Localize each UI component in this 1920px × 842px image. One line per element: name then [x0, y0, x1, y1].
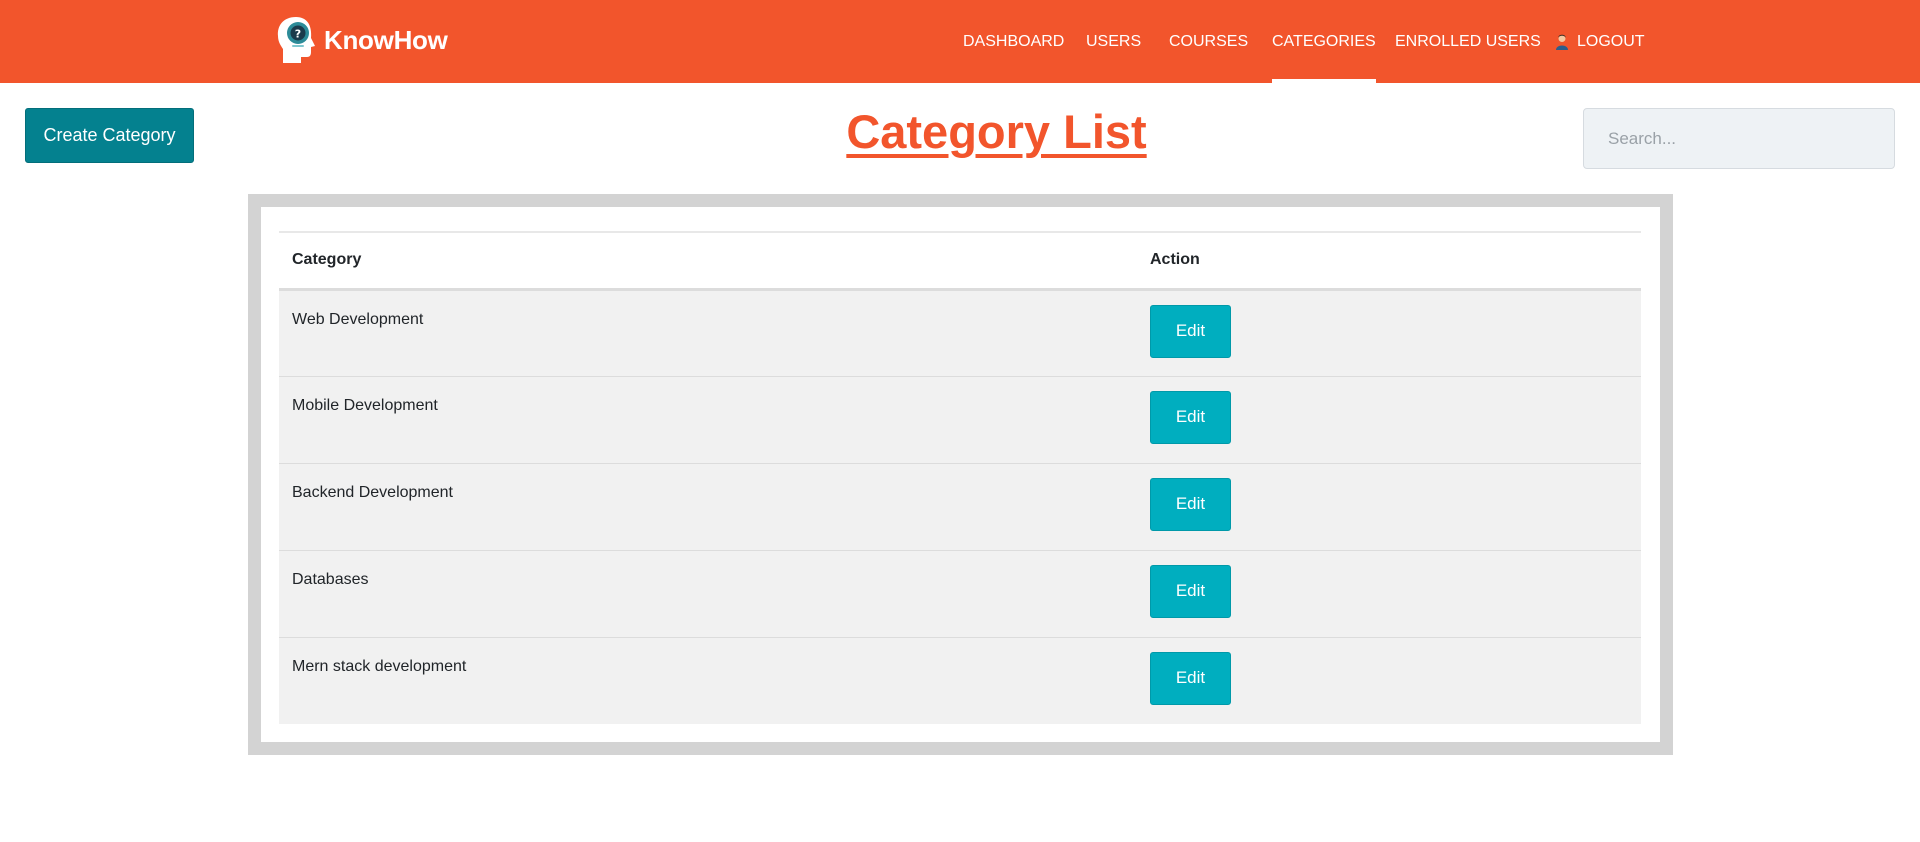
- action-cell: Edit: [1137, 463, 1641, 551]
- nav-item-enrolled-users[interactable]: ENROLLED USERS: [1395, 0, 1541, 83]
- category-table: Category Action Web Development Edit Mob…: [279, 231, 1641, 724]
- brand-name: KnowHow: [324, 24, 448, 55]
- action-cell: Edit: [1137, 289, 1641, 377]
- edit-button[interactable]: Edit: [1150, 651, 1231, 705]
- action-cell: Edit: [1137, 637, 1641, 724]
- action-cell: Edit: [1137, 376, 1641, 464]
- table-row: Backend Development Edit: [279, 463, 1641, 551]
- edit-button[interactable]: Edit: [1150, 390, 1231, 444]
- column-header-category: Category: [279, 231, 1137, 291]
- nav-item-categories[interactable]: CATEGORIES: [1272, 0, 1376, 83]
- create-category-button[interactable]: Create Category: [25, 108, 194, 163]
- table-header-row: Category Action: [279, 231, 1641, 291]
- category-cell: Mobile Development: [279, 376, 1137, 464]
- edit-button[interactable]: Edit: [1150, 304, 1231, 358]
- category-cell: Web Development: [279, 289, 1137, 377]
- edit-button[interactable]: Edit: [1150, 564, 1231, 618]
- table-row: Mern stack development Edit: [279, 637, 1641, 724]
- svg-text:?: ?: [295, 28, 301, 41]
- top-navbar: ? KnowHow DASHBOARD USERS COURSES CATEGO…: [0, 0, 1920, 83]
- head-question-logo-icon: ?: [277, 17, 315, 63]
- nav-item-users[interactable]: USERS: [1086, 0, 1141, 83]
- nav-item-courses[interactable]: COURSES: [1169, 0, 1248, 83]
- column-header-action: Action: [1137, 231, 1641, 291]
- table-row: Web Development Edit: [279, 289, 1641, 377]
- category-table-frame: Category Action Web Development Edit Mob…: [248, 194, 1673, 755]
- table-row: Mobile Development Edit: [279, 376, 1641, 464]
- search-input[interactable]: [1583, 108, 1895, 169]
- nav-item-logout[interactable]: LOGOUT: [1555, 0, 1645, 83]
- table-row: Databases Edit: [279, 550, 1641, 638]
- category-cell: Mern stack development: [292, 657, 467, 675]
- action-cell: Edit: [1137, 550, 1641, 638]
- category-cell: Databases: [279, 550, 1137, 638]
- category-cell: Backend Development: [279, 463, 1137, 551]
- user-icon: [1556, 34, 1568, 50]
- edit-button[interactable]: Edit: [1150, 477, 1231, 531]
- category-table-container: Category Action Web Development Edit Mob…: [279, 231, 1641, 724]
- logout-label: LOGOUT: [1577, 32, 1645, 50]
- nav-item-dashboard[interactable]: DASHBOARD: [963, 0, 1064, 83]
- brand[interactable]: ? KnowHow: [274, 14, 448, 66]
